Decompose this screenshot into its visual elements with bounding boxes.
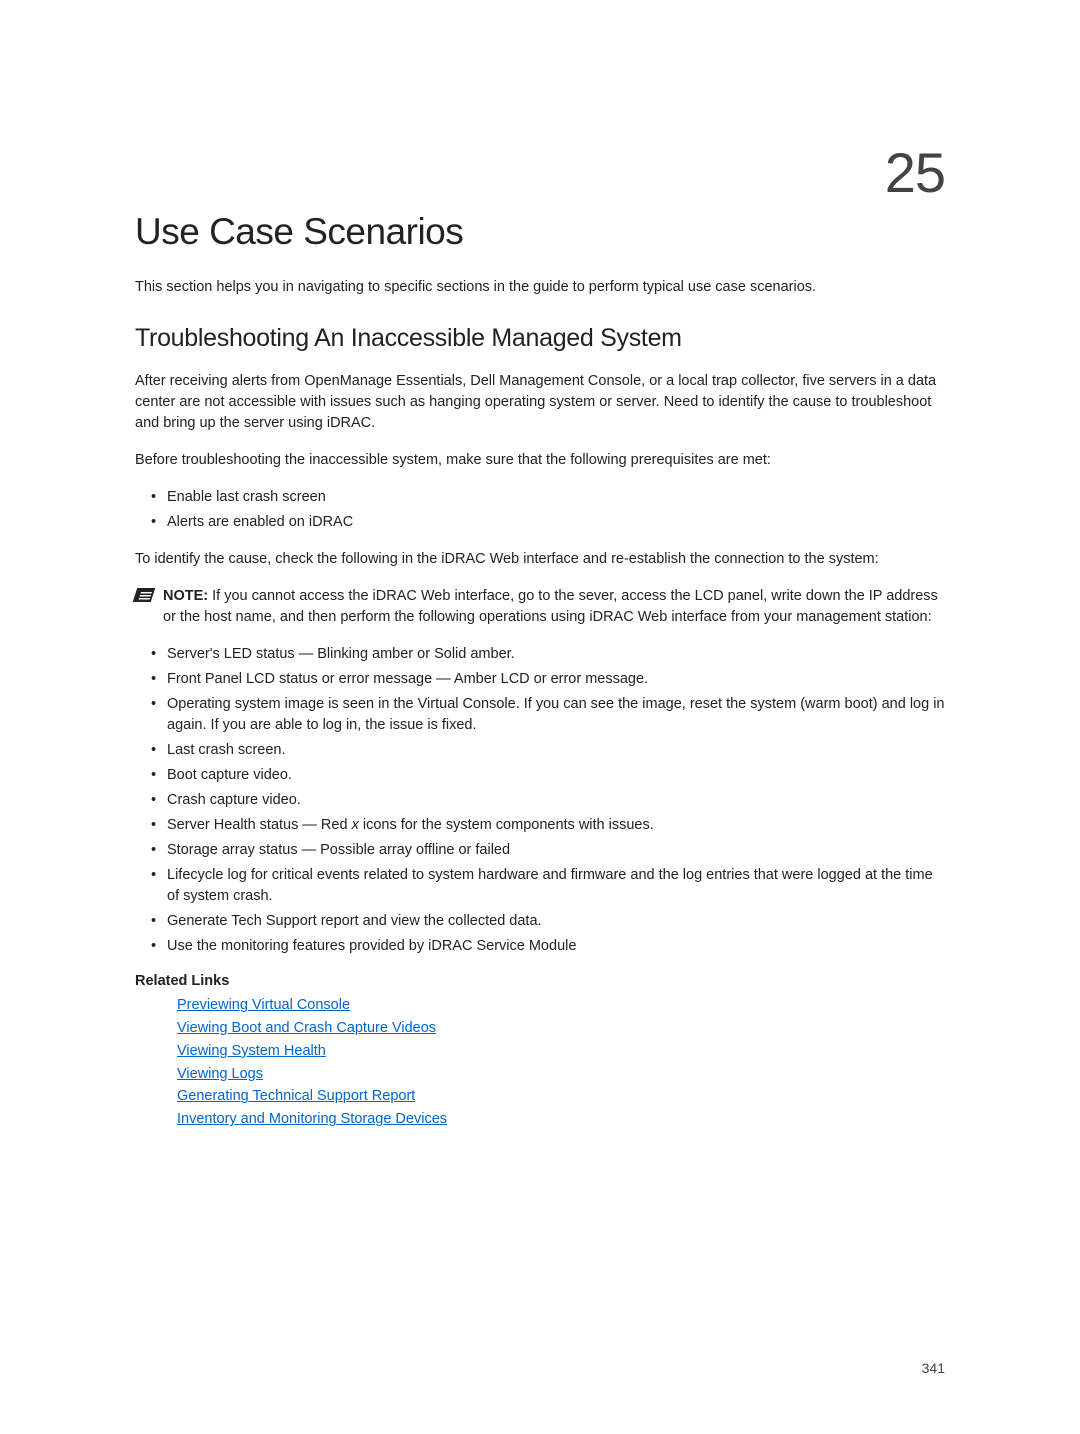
chapter-number: 25 (135, 140, 945, 205)
list-item: Boot capture video. (135, 765, 945, 786)
related-links-list: Previewing Virtual Console Viewing Boot … (135, 995, 945, 1131)
related-link[interactable]: Inventory and Monitoring Storage Devices (177, 1109, 945, 1131)
note-body: If you cannot access the iDRAC Web inter… (163, 588, 938, 625)
list-item: Generate Tech Support report and view th… (135, 911, 945, 932)
body-paragraph: After receiving alerts from OpenManage E… (135, 371, 945, 434)
list-item: Last crash screen. (135, 740, 945, 761)
list-item: Front Panel LCD status or error message … (135, 669, 945, 690)
list-item: Server's LED status — Blinking amber or … (135, 644, 945, 665)
related-link[interactable]: Viewing Boot and Crash Capture Videos (177, 1018, 945, 1040)
list-item: Lifecycle log for critical events relate… (135, 865, 945, 907)
related-link[interactable]: Viewing Logs (177, 1064, 945, 1086)
list-item: Server Health status — Red x icons for t… (135, 815, 945, 836)
list-item: Use the monitoring features provided by … (135, 936, 945, 957)
prerequisites-list: Enable last crash screen Alerts are enab… (135, 487, 945, 533)
note-icon (133, 588, 156, 602)
note-text: NOTE: If you cannot access the iDRAC Web… (163, 586, 945, 628)
list-item: Operating system image is seen in the Vi… (135, 694, 945, 736)
intro-paragraph: This section helps you in navigating to … (135, 277, 945, 298)
body-paragraph: Before troubleshooting the inaccessible … (135, 450, 945, 471)
page-title: Use Case Scenarios (135, 211, 945, 253)
page-number: 341 (922, 1360, 945, 1376)
body-paragraph: To identify the cause, check the followi… (135, 549, 945, 570)
section-heading: Troubleshooting An Inaccessible Managed … (135, 324, 945, 353)
note-label: NOTE: (163, 588, 212, 604)
checks-list: Server's LED status — Blinking amber or … (135, 644, 945, 957)
list-item: Alerts are enabled on iDRAC (135, 512, 945, 533)
related-link[interactable]: Viewing System Health (177, 1041, 945, 1063)
related-links-heading: Related Links (135, 973, 945, 989)
list-item: Crash capture video. (135, 790, 945, 811)
list-item: Storage array status — Possible array of… (135, 840, 945, 861)
related-link[interactable]: Generating Technical Support Report (177, 1086, 945, 1108)
list-item: Enable last crash screen (135, 487, 945, 508)
related-link[interactable]: Previewing Virtual Console (177, 995, 945, 1017)
note-block: NOTE: If you cannot access the iDRAC Web… (135, 586, 945, 628)
